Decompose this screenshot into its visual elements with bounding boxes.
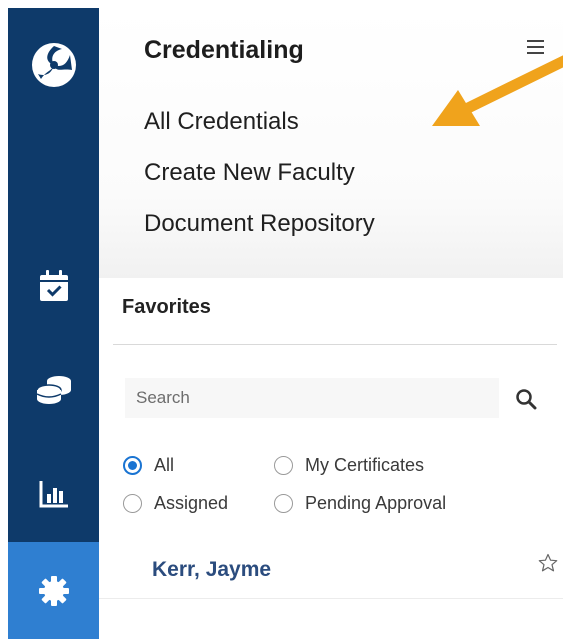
sidebar-calendar[interactable] xyxy=(8,258,99,314)
radio-button[interactable] xyxy=(123,456,142,475)
radio-button[interactable] xyxy=(123,494,142,513)
menu-create-new-faculty[interactable]: Create New Faculty xyxy=(144,159,355,187)
filter-assigned[interactable]: Assigned xyxy=(123,493,228,514)
filter-label: Assigned xyxy=(154,493,229,513)
favorites-heading: Favorites xyxy=(122,296,211,318)
coins-icon xyxy=(35,376,71,404)
panel-title: Credentialing xyxy=(144,36,304,64)
menu-all-credentials[interactable]: All Credentials xyxy=(144,108,299,136)
radio-button[interactable] xyxy=(274,494,293,513)
sidebar-rail xyxy=(8,8,99,639)
list-separator xyxy=(99,598,563,599)
calendar-check-icon xyxy=(39,270,68,301)
search-box xyxy=(125,378,499,418)
radio-button[interactable] xyxy=(274,456,293,475)
bar-chart-icon xyxy=(39,481,68,508)
favorite-item-name[interactable]: Kerr, Jayme xyxy=(152,558,271,582)
filter-my-certificates[interactable]: My Certificates xyxy=(274,455,424,476)
filter-label: Pending Approval xyxy=(305,493,447,513)
sidebar-settings[interactable] xyxy=(8,542,99,639)
sidebar-finance[interactable] xyxy=(8,362,99,418)
logo-icon xyxy=(31,43,76,87)
filter-label: My Certificates xyxy=(305,455,425,475)
search-icon[interactable] xyxy=(515,388,537,410)
menu-document-repository[interactable]: Document Repository xyxy=(144,210,375,238)
app-logo[interactable] xyxy=(8,30,99,100)
divider xyxy=(113,344,557,345)
filter-all[interactable]: All xyxy=(123,455,174,476)
credentialing-panel: Credentialing All Credentials Create New… xyxy=(99,8,563,639)
filter-pending-approval[interactable]: Pending Approval xyxy=(274,493,446,514)
star-icon[interactable] xyxy=(538,553,558,573)
gear-icon xyxy=(38,575,69,606)
sidebar-reports[interactable] xyxy=(8,466,99,522)
filter-label: All xyxy=(154,455,175,475)
annotation-arrow-icon xyxy=(432,55,563,126)
search-input[interactable] xyxy=(125,378,499,418)
